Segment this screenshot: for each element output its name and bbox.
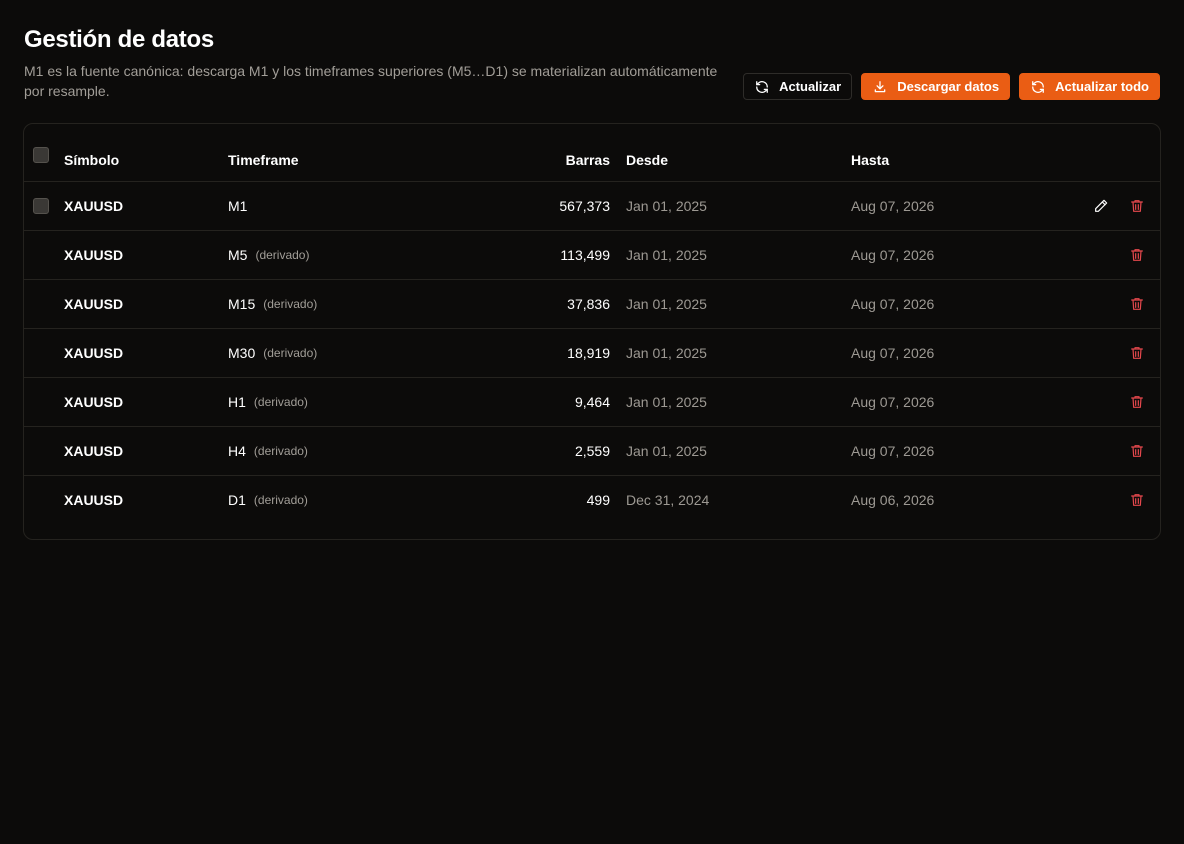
derived-tag: (derivado) <box>255 248 310 262</box>
derived-tag: (derivado) <box>263 346 318 360</box>
cell-to: Aug 07, 2026 <box>851 247 935 263</box>
select-all-checkbox[interactable] <box>33 146 49 163</box>
table-row[interactable]: XAUUSD D1 (derivado) 499 Dec 31, 2024 Aug 06,… <box>24 475 1160 524</box>
delete-button[interactable] <box>1128 246 1146 264</box>
cell-timeframe: M15 (derivado) <box>228 280 317 328</box>
cell-symbol: XAUUSD <box>64 492 124 508</box>
derived-tag: (derivado) <box>253 444 308 458</box>
refresh-button-label: Actualizar <box>779 79 842 94</box>
cell-symbol: XAUUSD <box>64 443 124 459</box>
timeframe-label: H4 <box>228 443 246 459</box>
table-row[interactable]: XAUUSD H4 (derivado) 2,559 Jan 01, 2025 Aug 0… <box>24 426 1160 475</box>
cell-from: Jan 01, 2025 <box>626 198 707 214</box>
cell-bars: 567,373 <box>559 198 610 214</box>
column-header-bars[interactable]: Barras <box>566 124 610 181</box>
cell-bars: 113,499 <box>560 247 610 263</box>
table-header-row: Símbolo Timeframe Barras Desde Hasta <box>24 124 1160 181</box>
timeframe-label: D1 <box>228 492 246 508</box>
table-row[interactable]: XAUUSD M5 (derivado) 113,499 Jan 01, 2025 Aug… <box>24 230 1160 279</box>
table-row[interactable]: XAUUSD M15 (derivado) 37,836 Jan 01, 2025 Aug… <box>24 279 1160 328</box>
cell-bars: 37,836 <box>567 296 610 312</box>
cell-bars: 9,464 <box>574 394 610 410</box>
table-row[interactable]: XAUUSD M1 567,373 Jan 01, 2025 Aug 07, 2026 <box>24 181 1160 230</box>
cell-to: Aug 07, 2026 <box>851 394 935 410</box>
timeframe-label: M1 <box>228 198 248 214</box>
cell-symbol: XAUUSD <box>64 394 124 410</box>
column-header-to[interactable]: Hasta <box>851 124 889 181</box>
timeframe-label: H1 <box>228 394 246 410</box>
trash-icon <box>1131 494 1143 506</box>
cell-to: Aug 07, 2026 <box>851 443 935 459</box>
cell-to: Aug 07, 2026 <box>851 345 935 361</box>
timeframe-label: M30 <box>228 345 256 361</box>
data-table: Símbolo Timeframe Barras Desde Hasta XAU… <box>23 123 1161 540</box>
cell-symbol: XAUUSD <box>64 296 124 312</box>
cell-from: Jan 01, 2025 <box>626 247 707 263</box>
delete-button[interactable] <box>1128 491 1146 509</box>
download-data-button-label: Descargar datos <box>897 79 1000 94</box>
cell-symbol: XAUUSD <box>64 345 124 361</box>
trash-icon <box>1131 249 1143 261</box>
trash-icon <box>1131 445 1143 457</box>
page-subtitle: M1 es la fuente canónica: descarga M1 y … <box>24 63 718 99</box>
derived-tag: (derivado) <box>263 297 318 311</box>
cell-timeframe: H4 (derivado) <box>228 427 308 475</box>
refresh-all-button-label: Actualizar todo <box>1055 79 1149 94</box>
column-header-from[interactable]: Desde <box>626 124 668 181</box>
trash-icon <box>1131 396 1143 408</box>
download-data-button[interactable]: Descargar datos <box>861 73 1011 100</box>
delete-button[interactable] <box>1128 393 1146 411</box>
refresh-button[interactable]: Actualizar <box>743 73 853 100</box>
cell-symbol: XAUUSD <box>64 198 124 214</box>
delete-button[interactable] <box>1128 344 1146 362</box>
page-header: Gestión de datos M1 es la fuente canónic… <box>24 24 1160 104</box>
trash-icon <box>1131 298 1143 310</box>
page-title: Gestión de datos <box>24 26 214 53</box>
cell-from: Jan 01, 2025 <box>626 345 707 361</box>
cell-to: Aug 06, 2026 <box>851 492 935 508</box>
cell-timeframe: D1 (derivado) <box>228 476 308 524</box>
column-header-timeframe[interactable]: Timeframe <box>228 124 299 181</box>
table-row[interactable]: XAUUSD M30 (derivado) 18,919 Jan 01, 2025 Aug… <box>24 328 1160 377</box>
derived-tag: (derivado) <box>253 493 308 507</box>
cell-timeframe: M5 (derivado) <box>228 231 309 279</box>
refresh-icon <box>756 80 768 93</box>
timeframe-label: M15 <box>228 296 256 312</box>
pencil-icon <box>1095 199 1108 212</box>
cell-bars: 18,919 <box>567 345 610 361</box>
cell-timeframe: H1 (derivado) <box>228 378 308 426</box>
cell-timeframe: M1 <box>228 182 247 230</box>
download-icon <box>874 80 886 92</box>
cell-to: Aug 07, 2026 <box>851 198 935 214</box>
row-checkbox[interactable] <box>33 198 49 214</box>
timeframe-label: M5 <box>228 247 248 263</box>
cell-bars: 499 <box>586 492 610 508</box>
cell-symbol: XAUUSD <box>64 247 124 263</box>
derived-tag: (derivado) <box>253 395 308 409</box>
delete-button[interactable] <box>1128 295 1146 313</box>
trash-icon <box>1131 200 1143 212</box>
cell-timeframe: M30 (derivado) <box>228 329 317 377</box>
delete-button[interactable] <box>1128 197 1146 215</box>
cell-from: Jan 01, 2025 <box>626 394 707 410</box>
cell-bars: 2,559 <box>574 443 610 459</box>
column-header-symbol[interactable]: Símbolo <box>64 124 119 181</box>
cell-to: Aug 07, 2026 <box>851 296 935 312</box>
trash-icon <box>1131 347 1143 359</box>
delete-button[interactable] <box>1128 442 1146 460</box>
edit-button[interactable] <box>1092 197 1110 215</box>
refresh-all-icon <box>1032 80 1044 93</box>
cell-from: Jan 01, 2025 <box>626 296 707 312</box>
cell-from: Dec 31, 2024 <box>626 492 710 508</box>
table-row[interactable]: XAUUSD H1 (derivado) 9,464 Jan 01, 2025 Aug 0… <box>24 377 1160 426</box>
header-actions: Actualizar Descargar datos Actualizar to… <box>743 73 1160 100</box>
cell-from: Jan 01, 2025 <box>626 443 707 459</box>
refresh-all-button[interactable]: Actualizar todo <box>1019 73 1160 100</box>
